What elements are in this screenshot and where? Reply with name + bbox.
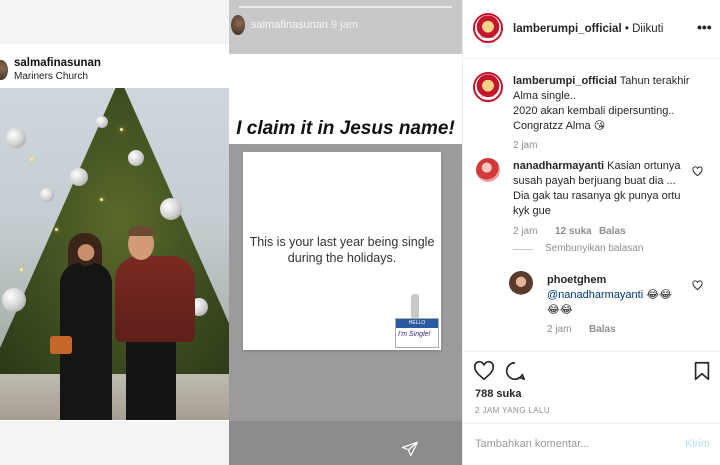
ornament xyxy=(40,188,54,202)
like-reply-heart-icon[interactable] xyxy=(692,280,703,291)
story-caption: I claim it in Jesus name! xyxy=(236,118,455,139)
comments-list[interactable]: LAMBE RUMPI lamberumpi_official Tahun te… xyxy=(463,59,720,351)
christmas-tree-photo xyxy=(0,88,229,420)
reply-button[interactable]: Balas xyxy=(599,226,626,237)
comment-text-line: Kasian ortunya xyxy=(607,160,681,172)
comment-text-line: Congratzz Alma 😘 xyxy=(513,120,606,132)
comment-time: 2 jam xyxy=(513,226,538,237)
ornament xyxy=(6,128,26,148)
hide-replies-link[interactable]: Sembunyikan balasan xyxy=(545,243,643,254)
replies-divider xyxy=(513,249,533,250)
reply-time: 2 jam xyxy=(547,324,572,335)
story-bottom-bar xyxy=(229,421,462,465)
story-viewer-avatar[interactable] xyxy=(231,15,245,35)
nametag-label: HELLO xyxy=(396,319,438,328)
reply-label[interactable]: Balas xyxy=(599,226,626,237)
reply-label[interactable]: Balas xyxy=(589,324,616,335)
story-viewer-username[interactable]: salmafinasunan xyxy=(251,19,328,31)
comment-username[interactable]: lamberumpi_official xyxy=(513,75,617,87)
more-options-icon[interactable]: ••• xyxy=(697,19,713,39)
story-top-bar: salmafinasunan 9 jam xyxy=(229,0,462,54)
likes-count[interactable]: 788 suka xyxy=(475,388,521,400)
man-legs xyxy=(126,338,176,420)
tree-light xyxy=(20,268,23,271)
ornament xyxy=(128,150,144,166)
post-header: LAMBE RUMPI lamberumpi_official • Diikut… xyxy=(463,0,720,59)
like-heart-icon[interactable] xyxy=(473,360,495,382)
ornament xyxy=(2,288,26,312)
man-jacket xyxy=(115,256,195,342)
tree-light xyxy=(30,158,33,161)
comment-text-line: Dia gak tau rasanya gk punya ortu xyxy=(513,190,681,202)
like-comment-heart-icon[interactable] xyxy=(692,166,703,177)
tree-light xyxy=(55,228,58,231)
reply-comment: phoetghem @nanadharmayanti 😂😂 😂😂 xyxy=(547,273,707,318)
comment-text-line: kyk gue xyxy=(513,205,551,217)
bookmark-icon[interactable] xyxy=(691,360,713,382)
tree-light xyxy=(120,128,123,131)
ornament xyxy=(70,168,88,186)
comment-username[interactable]: nanadharmayanti xyxy=(513,160,604,172)
comment-text-line: 2020 akan kembali dipersunting.. xyxy=(513,105,675,117)
post-sidebar: LAMBE RUMPI lamberumpi_official • Diikut… xyxy=(462,0,720,465)
avatar-text: LAMBE RUMPI xyxy=(481,34,495,44)
story-viewer[interactable]: salmafinasunan 9 jam I claim it in Jesus… xyxy=(229,0,462,465)
follow-status[interactable]: Diikuti xyxy=(632,23,663,35)
comment-input[interactable] xyxy=(475,438,675,450)
mention-link[interactable]: @nanadharmayanti xyxy=(547,289,643,301)
comment-emoji: 😂😂 xyxy=(646,289,672,301)
ornament xyxy=(160,198,182,220)
comment-likes[interactable]: 12 suka xyxy=(555,226,592,237)
story-frame-bottom xyxy=(0,421,229,465)
christmas-tree xyxy=(0,88,229,420)
comment-likes-count[interactable]: 12 suka xyxy=(555,226,592,237)
author-avatar[interactable]: LAMBE RUMPI xyxy=(473,13,503,44)
story-avatar xyxy=(0,60,8,80)
commenter-avatar[interactable] xyxy=(476,158,500,182)
reply-author-avatar[interactable] xyxy=(509,271,533,295)
post-author-line: lamberumpi_official • Diikuti xyxy=(513,23,663,35)
add-comment-bar: Kirim xyxy=(463,423,720,465)
post-time-ago: 2 JAM YANG LALU xyxy=(475,406,551,415)
tree-light xyxy=(100,198,103,201)
ground xyxy=(0,374,229,420)
meme-text-line: This is your last year being single xyxy=(249,235,435,249)
story-location: Mariners Church xyxy=(14,71,88,82)
nametag-text: I'm Single! xyxy=(398,331,431,338)
post-comment-button[interactable]: Kirim xyxy=(685,438,710,450)
avatar-text: LAMBE RUMPI xyxy=(481,93,495,103)
separator-dot: • xyxy=(624,23,629,35)
comment-bubble-icon[interactable] xyxy=(504,360,526,382)
reply-button[interactable]: Balas xyxy=(589,324,616,335)
comment-username[interactable]: phoetghem xyxy=(547,274,606,286)
comment-emoji: 😂😂 xyxy=(547,304,573,316)
meme-text-line: during the holidays. xyxy=(287,251,397,265)
caption-time: 2 jam xyxy=(513,140,538,151)
story-viewer-time: 9 jam xyxy=(331,19,358,31)
caption-comment: lamberumpi_official Tahun terakhir Alma … xyxy=(513,74,713,134)
woman-face xyxy=(74,236,98,266)
story-progress-bar xyxy=(239,6,452,8)
previous-story-panel[interactable]: salmafinasunan Mariners Church xyxy=(0,0,229,465)
comment-text-line: susah payah berjuang buat dia ... xyxy=(513,175,676,187)
comment-text-line: Alma single.. xyxy=(513,90,576,102)
nametag-clip xyxy=(411,294,419,320)
story-username: salmafinasunan xyxy=(14,57,101,69)
post-author[interactable]: lamberumpi_official xyxy=(513,23,622,35)
ornament xyxy=(96,116,108,128)
meme-text: This is your last year being single duri… xyxy=(243,234,441,266)
comment-text-line: Tahun terakhir xyxy=(619,75,690,87)
story-post-header: salmafinasunan Mariners Church xyxy=(0,44,229,88)
handbag xyxy=(50,336,72,354)
comment: nanadharmayanti Kasian ortunya susah pay… xyxy=(513,159,701,219)
caption-author-avatar[interactable]: LAMBE RUMPI xyxy=(473,72,503,103)
meme-card: This is your last year being single duri… xyxy=(243,152,441,350)
nametag-sticker: HELLO I'm Single! xyxy=(395,318,439,348)
man-hair xyxy=(128,226,154,236)
send-icon[interactable] xyxy=(401,440,419,458)
story-post-card: salmafinasunan Mariners Church xyxy=(0,44,229,421)
